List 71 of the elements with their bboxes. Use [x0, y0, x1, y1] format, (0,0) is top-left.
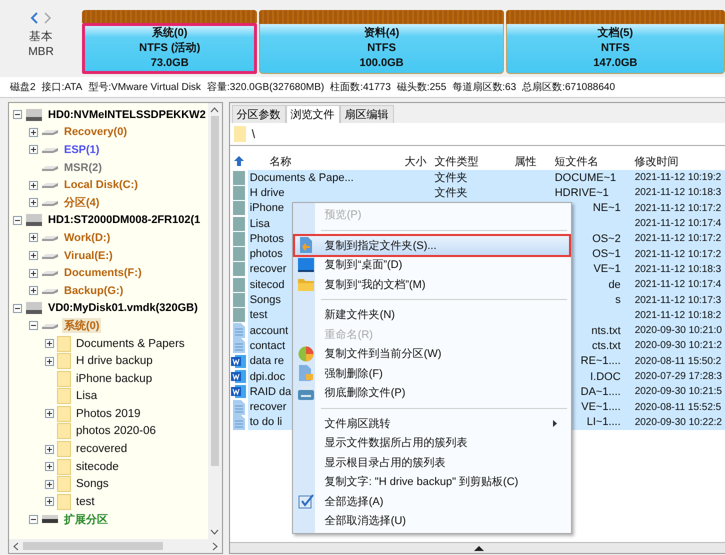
modified-time-cell-text: 2020-08-11 15:50:2 [634, 356, 722, 367]
short-name-cell: VE~1.... [581, 401, 621, 414]
file-name-cell: Photos [250, 232, 284, 245]
modified-time-cell-text: 2021-11-12 10:17:2 [634, 202, 722, 214]
disk-info-text: 总扇区数:671088640 [522, 80, 616, 94]
disk-info-text: 磁盘2 [10, 81, 36, 94]
disk-type-label: 基本 [29, 30, 53, 45]
modified-time-cell-text: 2020-09-30 10:21:2 [634, 340, 723, 352]
file-name-cell: test [250, 309, 268, 322]
short-name-cell: RE~1.... [580, 355, 621, 368]
file-type-cell: 文件夹 [434, 187, 468, 200]
short-name-cell: DA~1.... [580, 386, 621, 398]
modified-time-cell-text: 2021-11-12 10:18:3 [634, 264, 722, 275]
disk-info-text: 柱面数:41773 [330, 80, 391, 94]
file-name-cell: H drive [250, 186, 285, 199]
disk-info-text: 接口:ATA [42, 80, 82, 94]
file-name-cell: Songs [250, 294, 281, 306]
partition-filesystem: NTFS [600, 41, 630, 56]
file-type-cell: 文件夹 [434, 172, 468, 184]
file-name-cell: photos [250, 248, 283, 260]
short-name-cell: OS~2 [592, 232, 621, 245]
disk-info-text: 磁头数:255 [396, 80, 446, 94]
short-name-cell: s [615, 294, 621, 306]
file-name-cell: recover [250, 263, 286, 276]
file-name-cell: Documents & Pape... [250, 172, 354, 184]
modified-time-cell-text: 2020-09-30 10:21:5 [634, 386, 723, 398]
modified-time-cell-text: 2020-07-29 17:28:3 [634, 371, 723, 382]
file-name-cell: iPhone [250, 202, 284, 214]
file-name-cell: RAID da [250, 386, 292, 398]
modified-time-cell-text: 2021-11-12 10:19:2 [634, 172, 722, 184]
file-name-cell: dpi.doc [250, 370, 286, 382]
disk-info-text: 每道扇区数:63 [452, 80, 516, 94]
modified-time-cell-text: 2021-11-12 10:18:2 [634, 310, 722, 321]
partition-size: 147.0GB [593, 56, 638, 71]
short-name-cell: cts.txt [592, 340, 621, 352]
modified-time-cell-text: 2021-11-12 10:17:4 [634, 218, 722, 230]
partition-name: 文档(5) [598, 26, 634, 41]
short-name-cell: NE~1 [592, 202, 621, 214]
file-name-cell: account [250, 324, 288, 337]
modified-time-cell-text: 2020-09-30 10:22:2 [634, 416, 723, 428]
file-name-cell: recover [250, 401, 286, 414]
file-name-cell: data re [250, 355, 284, 368]
disk-info-text: 容量:320.0GB(327680MB) [206, 80, 324, 94]
partition-size: 73.0GB [150, 56, 189, 71]
short-name-cell: de [608, 278, 621, 291]
partition-name: 系统(0) [152, 26, 188, 41]
modified-time-cell-text: 2020-08-11 15:52:5 [634, 402, 722, 413]
modified-time-cell-text: 2021-11-12 10:17:2 [634, 233, 722, 244]
short-name-cell: nts.txt [591, 324, 621, 337]
short-name-cell: VE~1 [593, 263, 621, 276]
disk-info-text: 型号:VMware Virtual Disk [88, 80, 201, 94]
partition-filesystem: NTFS (活动) [139, 41, 200, 56]
file-name-cell: Lisa [250, 218, 270, 230]
file-name-cell: to do li [250, 416, 282, 428]
partition-style-label: MBR [28, 45, 54, 60]
modified-time-cell-text: 2021-11-12 10:17:4 [634, 279, 722, 290]
short-name-cell: HDRIVE~1 [554, 186, 609, 199]
short-name-cell: I.DOC [590, 370, 621, 382]
modified-time-cell-text: 2021-11-12 10:17:3 [634, 294, 722, 306]
modified-time-cell-text: 2021-11-12 10:18:3 [634, 187, 722, 198]
short-name-cell: DOCUME~1 [554, 172, 616, 184]
file-name-cell: contact [250, 340, 286, 352]
modified-time-cell-text: 2021-11-12 10:17:2 [634, 248, 722, 260]
path-text: \ [252, 127, 256, 141]
short-name-cell: OS~1 [592, 248, 621, 260]
partition-size: 100.0GB [360, 56, 404, 71]
partition-filesystem: NTFS [367, 41, 396, 56]
modified-time-cell-text: 2020-09-30 10:21:0 [634, 325, 723, 336]
file-name-cell: sitecod [250, 278, 285, 291]
short-name-cell: LI~1.... [586, 416, 621, 428]
partition-name: 资料(4) [364, 26, 400, 41]
